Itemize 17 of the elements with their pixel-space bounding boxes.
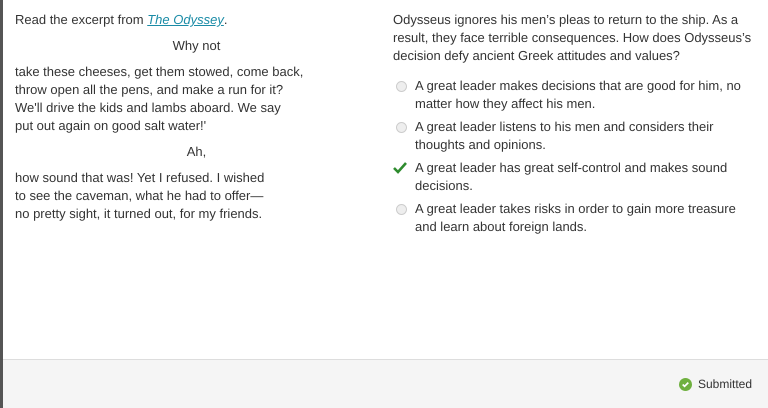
checkmark-icon[interactable]	[393, 162, 407, 174]
answer-option[interactable]: A great leader makes decisions that are good for him, no matter how they affect his men.	[415, 77, 756, 113]
instruction-text: Read the excerpt from The Odyssey.	[15, 11, 228, 29]
question-text: Odysseus ignores his men’s pleas to return to the ship. As a result, they face terrible consequences. How does Odysseus’s decision defy ancient Greek attitudes and values?	[393, 11, 752, 65]
answer-option[interactable]: A great leader takes risks in order to gain more treasure and learn about foreign lands.	[415, 200, 756, 236]
title-link[interactable]: The Odyssey	[147, 12, 224, 27]
poem-stanza: how sound that was! Yet I refused. I wished to see the caveman, what he had to offer— no pretty sight, it turned out, for my friends.	[15, 169, 266, 223]
answer-option[interactable]: A great leader listens to his men and considers their thoughts and opinions.	[415, 118, 756, 154]
poem-stanza: take these cheeses, get them stowed, come back, throw open all the pens, and make a run for it? We'll drive the kids and lambs aboard. We say put out again on good salt water!'	[15, 63, 304, 135]
radio-button[interactable]	[396, 204, 407, 215]
radio-button[interactable]	[396, 122, 407, 133]
radio-button[interactable]	[396, 81, 407, 92]
answer-option[interactable]: A great leader has great self-control and makes sound decisions.	[415, 159, 756, 195]
check-circle-icon	[678, 378, 692, 390]
poem-line: Ah,	[186, 143, 208, 161]
poem-line: Why not	[172, 37, 222, 55]
status-text: Submitted	[698, 377, 752, 391]
